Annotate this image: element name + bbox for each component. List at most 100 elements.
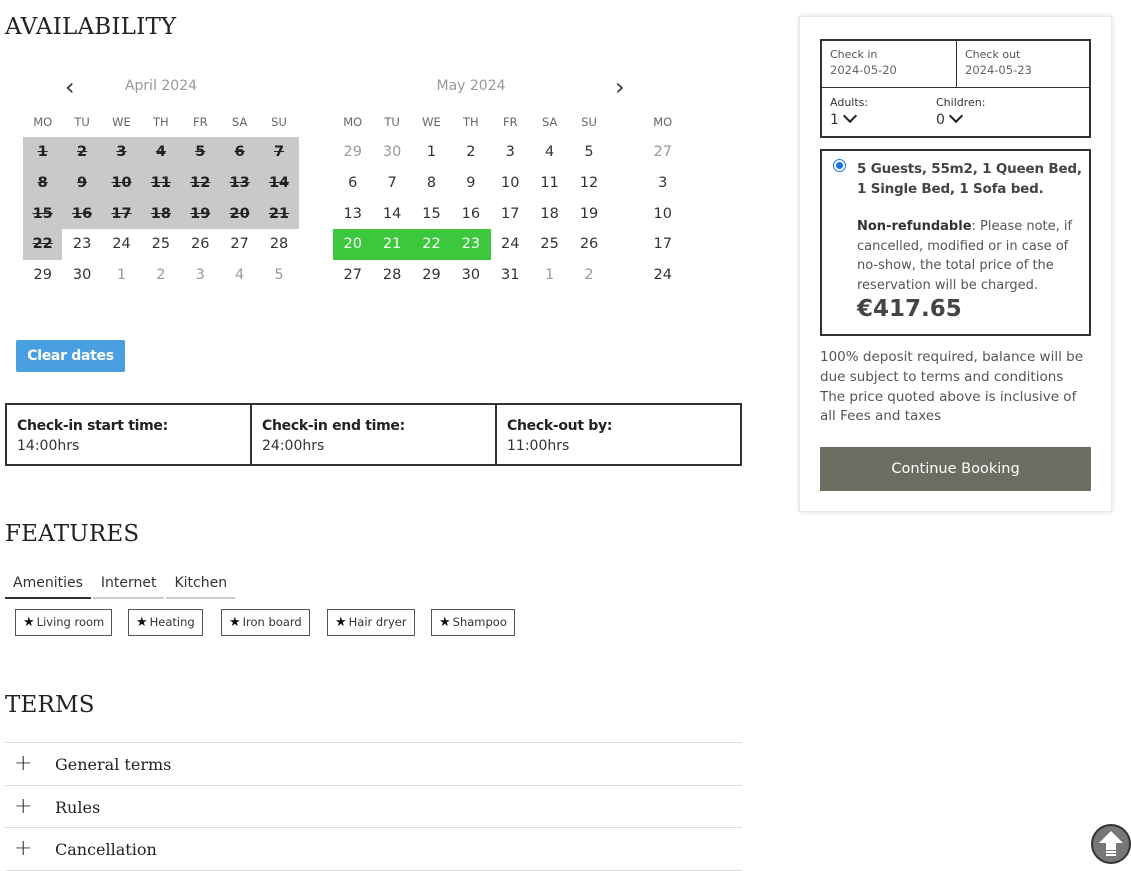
tab-amenities[interactable]: Amenities bbox=[5, 572, 91, 599]
calendar-day[interactable]: 9 bbox=[451, 168, 490, 199]
calendar-day[interactable]: 30 bbox=[451, 260, 490, 291]
calendar-week: 8 9 10 11 12 13 14 bbox=[23, 167, 299, 199]
month-title-may: May 2024 bbox=[436, 78, 506, 94]
time-value: 11:00hrs bbox=[507, 438, 570, 454]
calendar-day[interactable]: 2 bbox=[569, 260, 608, 291]
calendar-day[interactable]: 22 bbox=[411, 229, 452, 261]
tab-kitchen[interactable]: Kitchen bbox=[166, 572, 236, 599]
calendar-day[interactable]: 24 bbox=[102, 229, 141, 260]
calendar-day[interactable]: 5 bbox=[569, 137, 608, 168]
calendar-day[interactable]: 6 bbox=[333, 168, 372, 199]
calendar-week: 20 21 22 23 24 25 26 bbox=[333, 229, 609, 261]
checkout-field[interactable]: Check out 2024-05-23 bbox=[957, 41, 1089, 88]
calendar-day[interactable]: 24 bbox=[491, 229, 530, 260]
calendar-day[interactable]: 30 bbox=[372, 137, 411, 168]
calendar-day[interactable]: 2 bbox=[141, 260, 180, 291]
calendar-grid-april: 1 2 3 4 5 6 7 8 9 10 11 12 13 14 15 16 17 18 19 20 21 22 23 24 2… bbox=[23, 137, 299, 291]
calendar-day[interactable]: 4 bbox=[530, 137, 569, 168]
weekday-label: SA bbox=[231, 115, 248, 129]
accordion-rules[interactable]: + Rules bbox=[5, 785, 742, 828]
policy-label: Non-refundable bbox=[857, 219, 972, 234]
checkin-label: Check in bbox=[830, 48, 878, 61]
calendar-day: 22 bbox=[23, 229, 63, 261]
calendar-day[interactable]: 29 bbox=[412, 260, 451, 291]
calendar-day[interactable]: 25 bbox=[141, 229, 180, 260]
calendar-day[interactable]: 27 bbox=[643, 137, 682, 168]
time-label: Check-out by: bbox=[507, 418, 613, 434]
arrow-up-icon bbox=[1099, 831, 1123, 856]
calendar-day[interactable]: 26 bbox=[181, 229, 220, 260]
calendar-day[interactable]: 30 bbox=[62, 260, 101, 291]
rate-radio[interactable] bbox=[833, 159, 846, 172]
calendar-day[interactable]: 13 bbox=[333, 199, 372, 230]
calendar-day[interactable]: 3 bbox=[643, 168, 682, 199]
calendar-week: 27 28 29 30 31 1 2 bbox=[333, 260, 609, 291]
weekday-label: TH bbox=[463, 115, 479, 129]
calendar-day[interactable]: 3 bbox=[181, 260, 220, 291]
calendar-day[interactable]: 17 bbox=[491, 199, 530, 230]
calendar-day: 8 bbox=[23, 167, 63, 199]
calendar-day[interactable]: 25 bbox=[530, 229, 569, 260]
calendar-day[interactable]: 3 bbox=[491, 137, 530, 168]
calendar-day[interactable]: 29 bbox=[23, 260, 62, 291]
calendar-day: 1 bbox=[23, 137, 63, 168]
calendar-day[interactable]: 27 bbox=[220, 229, 259, 260]
clear-dates-button[interactable]: Clear dates bbox=[16, 340, 125, 372]
features-title: FEATURES bbox=[5, 521, 140, 547]
plus-icon: + bbox=[14, 836, 33, 861]
calendar-day[interactable]: 28 bbox=[259, 229, 298, 260]
calendar-day[interactable]: 14 bbox=[372, 199, 411, 230]
calendar-day: 12 bbox=[180, 167, 220, 199]
weekday-label: MO bbox=[343, 115, 363, 129]
calendar-day[interactable]: 27 bbox=[333, 260, 372, 291]
accordion-general-terms[interactable]: + General terms bbox=[5, 742, 742, 785]
calendar-day[interactable]: 24 bbox=[643, 260, 682, 291]
calendar-day[interactable]: 12 bbox=[569, 168, 608, 199]
calendar-day: 20 bbox=[219, 198, 260, 230]
calendar-week: 15 16 17 18 19 20 21 bbox=[23, 198, 299, 230]
calendar-day[interactable]: 1 bbox=[412, 137, 451, 168]
rate-price: €417.65 bbox=[857, 296, 962, 322]
calendar-day[interactable]: 23 bbox=[451, 229, 491, 261]
checkin-field[interactable]: Check in 2024-05-20 bbox=[822, 41, 957, 88]
tab-internet[interactable]: Internet bbox=[92, 572, 165, 599]
calendar-day[interactable]: 21 bbox=[372, 229, 412, 261]
calendar-day[interactable]: 20 bbox=[333, 229, 373, 261]
calendar-day[interactable]: 31 bbox=[491, 260, 530, 291]
scroll-to-top-button[interactable] bbox=[1091, 824, 1131, 864]
calendar-day[interactable]: 1 bbox=[530, 260, 569, 291]
continue-booking-button[interactable]: Continue Booking bbox=[820, 447, 1091, 491]
calendar-day[interactable]: 5 bbox=[259, 260, 298, 291]
children-select[interactable]: Children: 0 bbox=[928, 89, 1048, 136]
rate-option[interactable]: 5 Guests, 55m2, 1 Queen Bed, 1 Single Be… bbox=[820, 149, 1091, 336]
accordion-cancellation[interactable]: + Cancellation bbox=[5, 827, 742, 870]
adults-select[interactable]: Adults: 1 bbox=[822, 89, 928, 136]
amenity-label: Heating bbox=[149, 615, 195, 629]
terms-title: TERMS bbox=[5, 692, 95, 718]
calendar-day: 10 bbox=[101, 167, 142, 199]
calendar-day[interactable]: 10 bbox=[491, 168, 530, 199]
calendar-day[interactable]: 7 bbox=[372, 168, 411, 199]
calendar-day[interactable]: 1 bbox=[102, 260, 141, 291]
calendar-day[interactable]: 23 bbox=[62, 229, 101, 260]
calendar-day[interactable]: 19 bbox=[569, 199, 608, 230]
calendar-day[interactable]: 8 bbox=[412, 168, 451, 199]
calendar-day[interactable]: 26 bbox=[569, 229, 608, 260]
booking-notes: 100% deposit required, balance will be d… bbox=[820, 348, 1095, 427]
calendar-day[interactable]: 29 bbox=[333, 137, 372, 168]
features-tabs: Amenities Internet Kitchen bbox=[5, 572, 237, 599]
calendar-day[interactable]: 28 bbox=[372, 260, 411, 291]
calendar-day[interactable]: 2 bbox=[451, 137, 490, 168]
calendar-day[interactable]: 4 bbox=[220, 260, 259, 291]
calendar-day[interactable]: 11 bbox=[530, 168, 569, 199]
next-month-button[interactable]: › bbox=[615, 72, 625, 102]
calendar-day[interactable]: 17 bbox=[643, 229, 682, 260]
calendar-day[interactable]: 18 bbox=[530, 199, 569, 230]
calendar-day[interactable]: 15 bbox=[412, 199, 451, 230]
amenity-tag: ★ Living room bbox=[15, 609, 113, 636]
booking-panel: Check in 2024-05-20 Check out 2024-05-23… bbox=[799, 16, 1112, 512]
accordion-label: General terms bbox=[55, 755, 172, 774]
amenity-label: Living room bbox=[36, 615, 105, 629]
calendar-day[interactable]: 16 bbox=[451, 199, 490, 230]
calendar-day[interactable]: 10 bbox=[643, 199, 682, 230]
